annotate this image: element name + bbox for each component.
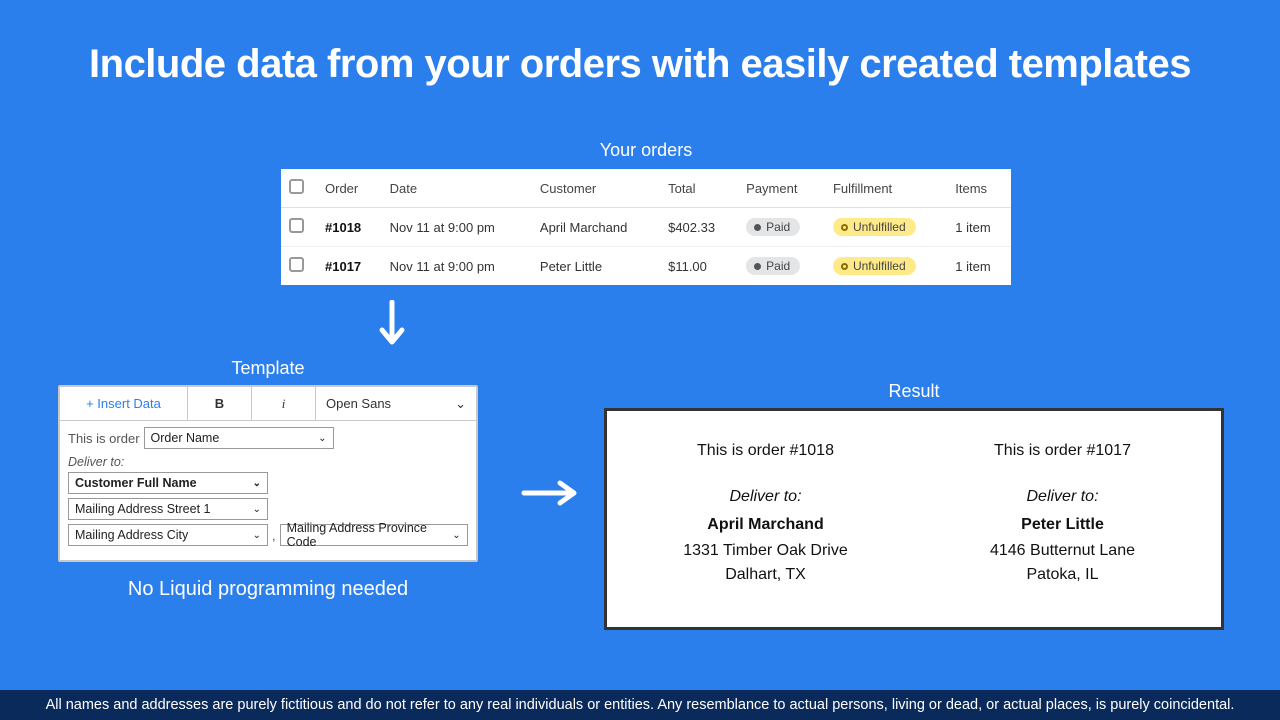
order-id[interactable]: #1018 [325, 220, 361, 235]
result-title: This is order #1018 [627, 439, 904, 463]
template-note: No Liquid programming needed [58, 578, 478, 601]
dot-icon [754, 263, 761, 270]
template-section-label: Template [58, 358, 478, 379]
dot-icon [754, 224, 761, 231]
col-fulfillment: Fulfillment [825, 169, 947, 208]
col-order: Order [317, 169, 382, 208]
chevron-down-icon: ⌄ [318, 433, 326, 444]
result-title: This is order #1017 [924, 439, 1201, 463]
row-checkbox[interactable] [289, 257, 304, 272]
order-total: $11.00 [660, 247, 738, 286]
result-citystate: Dalhart, TX [627, 563, 904, 587]
italic-button[interactable]: i [252, 387, 316, 420]
result-name: April Marchand [627, 513, 904, 537]
order-id[interactable]: #1017 [325, 259, 361, 274]
city-select[interactable]: Mailing Address City⌄ [68, 524, 268, 546]
table-row[interactable]: #1017 Nov 11 at 9:00 pm Peter Little $11… [281, 247, 1011, 286]
result-section: Result This is order #1018 Deliver to: A… [604, 381, 1224, 630]
chevron-down-icon: ⌄ [253, 504, 261, 515]
page-headline: Include data from your orders with easil… [0, 0, 1280, 87]
payment-badge: Paid [746, 218, 800, 236]
orders-section: Your orders Order Date Customer Total Pa… [281, 140, 1011, 285]
bold-button[interactable]: B [188, 387, 252, 420]
order-customer: April Marchand [532, 208, 660, 247]
province-select[interactable]: Mailing Address Province Code⌄ [280, 524, 468, 546]
font-select[interactable]: Open Sans ⌄ [316, 387, 476, 420]
row-checkbox[interactable] [289, 218, 304, 233]
chevron-down-icon: ⌄ [452, 530, 460, 541]
template-panel: + Insert Data B i Open Sans ⌄ This is or… [58, 385, 478, 562]
fulfillment-badge: Unfulfilled [833, 257, 916, 275]
customer-name-select[interactable]: Customer Full Name⌄ [68, 472, 268, 494]
order-items: 1 item [947, 247, 1011, 286]
template-text: This is order [68, 431, 140, 446]
select-all-checkbox[interactable] [289, 179, 304, 194]
result-street: 1331 Timber Oak Drive [627, 539, 904, 563]
table-row[interactable]: #1018 Nov 11 at 9:00 pm April Marchand $… [281, 208, 1011, 247]
payment-badge: Paid [746, 257, 800, 275]
order-name-select[interactable]: Order Name⌄ [144, 427, 334, 449]
result-section-label: Result [604, 381, 1224, 402]
circle-icon [841, 263, 848, 270]
template-toolbar: + Insert Data B i Open Sans ⌄ [60, 387, 476, 421]
order-total: $402.33 [660, 208, 738, 247]
order-customer: Peter Little [532, 247, 660, 286]
insert-data-button[interactable]: + Insert Data [60, 387, 188, 420]
chevron-down-icon: ⌄ [253, 530, 261, 541]
result-card: This is order #1017 Deliver to: Peter Li… [924, 439, 1201, 587]
col-customer: Customer [532, 169, 660, 208]
order-date: Nov 11 at 9:00 pm [382, 247, 532, 286]
col-total: Total [660, 169, 738, 208]
col-items: Items [947, 169, 1011, 208]
chevron-down-icon: ⌄ [455, 396, 466, 412]
arrow-right-icon [520, 478, 584, 513]
template-body[interactable]: This is order Order Name⌄ Deliver to: Cu… [60, 421, 476, 560]
col-date: Date [382, 169, 532, 208]
fulfillment-badge: Unfulfilled [833, 218, 916, 236]
disclaimer-footer: All names and addresses are purely ficti… [0, 690, 1280, 720]
result-street: 4146 Butternut Lane [924, 539, 1201, 563]
col-payment: Payment [738, 169, 825, 208]
orders-section-label: Your orders [281, 140, 1011, 161]
deliver-to-label: Deliver to: [68, 455, 468, 469]
order-items: 1 item [947, 208, 1011, 247]
chevron-down-icon: ⌄ [253, 478, 261, 489]
order-date: Nov 11 at 9:00 pm [382, 208, 532, 247]
result-card: This is order #1018 Deliver to: April Ma… [627, 439, 904, 587]
result-name: Peter Little [924, 513, 1201, 537]
result-panel: This is order #1018 Deliver to: April Ma… [604, 408, 1224, 630]
template-section: Template + Insert Data B i Open Sans ⌄ T… [58, 358, 478, 601]
template-comma: , [272, 528, 276, 543]
result-deliver-label: Deliver to: [627, 485, 904, 509]
street-select[interactable]: Mailing Address Street 1⌄ [68, 498, 268, 520]
orders-table: Order Date Customer Total Payment Fulfil… [281, 169, 1011, 285]
result-citystate: Patoka, IL [924, 563, 1201, 587]
circle-icon [841, 224, 848, 231]
arrow-down-icon [378, 300, 406, 355]
result-deliver-label: Deliver to: [924, 485, 1201, 509]
